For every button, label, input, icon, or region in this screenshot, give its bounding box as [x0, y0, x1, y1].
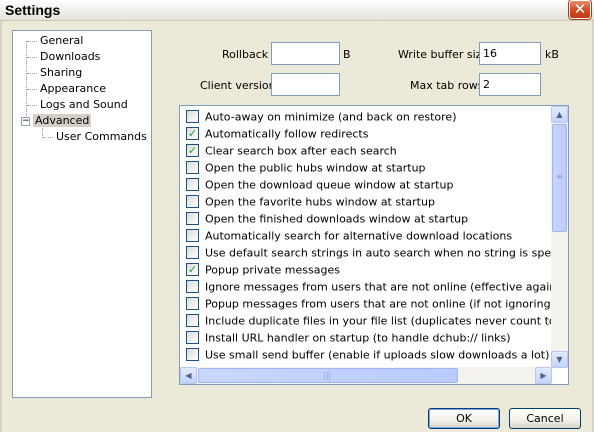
window-border-left — [0, 21, 2, 432]
option-row[interactable]: ✓ Clear search box after each search — [186, 143, 397, 160]
check-icon: ✓ — [187, 126, 198, 140]
tree-item-downloads[interactable]: Downloads — [27, 49, 102, 64]
tree-item-label: Appearance — [40, 82, 107, 95]
write-buffer-unit: kB — [545, 48, 559, 61]
tree-item-user-commands[interactable]: User Commands — [43, 129, 149, 144]
rollback-unit: B — [343, 48, 351, 61]
option-row[interactable]: ✓ Popup private messages — [186, 262, 340, 279]
grip-icon: ||| — [323, 371, 332, 380]
option-row[interactable]: Popup messages from users that are not o… — [186, 296, 568, 313]
option-row[interactable]: Use small send buffer (enable if uploads… — [186, 347, 549, 364]
option-row[interactable]: Open the favorite hubs window at startup — [186, 194, 435, 211]
client-version-field[interactable] — [271, 73, 340, 96]
checkbox[interactable]: ✓ — [186, 126, 199, 140]
checkbox[interactable] — [186, 211, 199, 225]
option-label: Automatically follow redirects — [205, 127, 369, 141]
title-bar: Settings ✕ — [0, 0, 594, 21]
close-button[interactable]: ✕ — [569, 0, 591, 19]
close-icon: ✕ — [573, 0, 587, 18]
tree-item-label: User Commands — [56, 130, 147, 143]
option-label: Open the public hubs window at startup — [205, 161, 426, 175]
write-buffer-label: Write buffer size — [398, 48, 489, 61]
checkbox[interactable] — [186, 330, 199, 344]
scroll-left-button[interactable]: ◀ — [180, 367, 197, 384]
max-tab-rows-field[interactable]: 2 — [479, 73, 541, 96]
tree-item-label: Logs and Sound — [40, 98, 128, 111]
scroll-up-icon: ▲ — [556, 110, 563, 119]
scroll-up-button[interactable]: ▲ — [551, 106, 568, 123]
tree-item-logs-and-sound[interactable]: Logs and Sound — [27, 97, 130, 112]
ok-button[interactable]: OK — [428, 408, 500, 429]
tree-item-appearance[interactable]: Appearance — [27, 81, 108, 96]
horizontal-scroll-thumb[interactable]: ||| — [198, 368, 458, 383]
tree-item-general[interactable]: General — [27, 33, 85, 48]
option-row[interactable]: Use default search strings in auto searc… — [186, 245, 569, 262]
tree-item-label: Advanced — [33, 114, 92, 127]
max-tab-rows-label: Max tab rows — [410, 79, 484, 92]
tree-item-label: Sharing — [40, 66, 83, 79]
checkbox[interactable] — [186, 228, 199, 242]
option-row[interactable]: ✓ Automatically follow redirects — [186, 126, 368, 143]
option-row[interactable]: Install URL handler on startup (to handl… — [186, 330, 511, 347]
check-icon: ✓ — [187, 143, 198, 157]
checkbox[interactable] — [186, 296, 199, 310]
checkbox[interactable] — [186, 279, 199, 293]
vertical-scrollbar[interactable]: ▲ ≡ ▼ — [551, 106, 568, 368]
option-label: Use default search strings in auto searc… — [205, 246, 569, 260]
vertical-scroll-thumb[interactable]: ≡ — [552, 124, 567, 232]
write-buffer-field[interactable]: 16 — [479, 42, 541, 65]
scroll-down-button[interactable]: ▼ — [551, 351, 568, 368]
scroll-down-icon: ▼ — [556, 355, 563, 364]
checkbox[interactable] — [186, 109, 199, 123]
option-row[interactable]: Open the finished downloads window at st… — [186, 211, 468, 228]
checkbox[interactable] — [186, 160, 199, 174]
checkbox[interactable]: ✓ — [186, 262, 199, 276]
settings-tree[interactable]: General Downloads Sharing Appearance Log… — [12, 30, 152, 398]
checkbox[interactable] — [186, 177, 199, 191]
rollback-label: Rollback — [222, 48, 269, 61]
tree-item-label: Downloads — [40, 50, 101, 63]
option-label: Open the download queue window at startu… — [205, 178, 454, 192]
option-label: Open the finished downloads window at st… — [205, 212, 469, 226]
cancel-button[interactable]: Cancel — [509, 408, 581, 429]
scroll-right-icon: ▶ — [540, 371, 547, 380]
tree-item-label: General — [40, 34, 84, 47]
option-row[interactable]: Include duplicate files in your file lis… — [186, 313, 568, 330]
option-label: Popup private messages — [205, 263, 340, 277]
options-list[interactable]: Auto-away on minimize (and back on resto… — [179, 105, 569, 385]
check-icon: ✓ — [187, 262, 198, 276]
option-label: Include duplicate files in your file lis… — [205, 314, 568, 328]
tree-item-advanced[interactable]: Advanced — [33, 113, 92, 128]
checkbox[interactable] — [186, 245, 199, 259]
checkbox[interactable] — [186, 313, 199, 327]
option-row[interactable]: Ignore messages from users that are not … — [186, 279, 569, 296]
option-row[interactable]: Open the download queue window at startu… — [186, 177, 453, 194]
scroll-right-button[interactable]: ▶ — [535, 367, 552, 384]
option-row[interactable]: Open the public hubs window at startup — [186, 160, 426, 177]
option-label: Popup messages from users that are not o… — [205, 297, 568, 311]
tree-item-sharing[interactable]: Sharing — [27, 65, 84, 80]
option-label: Automatically search for alternative dow… — [205, 229, 513, 243]
window-title: Settings — [5, 2, 61, 18]
option-label: Clear search box after each search — [205, 144, 397, 158]
option-label: Auto-away on minimize (and back on resto… — [205, 110, 457, 124]
client-version-label: Client version — [200, 79, 276, 92]
checkbox[interactable] — [186, 347, 199, 361]
rollback-field[interactable] — [271, 42, 340, 65]
checkbox[interactable]: ✓ — [186, 143, 199, 157]
option-label: Use small send buffer (enable if uploads… — [205, 348, 550, 362]
option-label: Install URL handler on startup (to handl… — [205, 331, 511, 345]
option-label: Open the favorite hubs window at startup — [205, 195, 435, 209]
scroll-left-icon: ◀ — [185, 371, 192, 380]
option-row[interactable]: Automatically search for alternative dow… — [186, 228, 512, 245]
collapse-icon[interactable]: − — [21, 117, 30, 126]
horizontal-scrollbar[interactable]: ◀ ||| ▶ — [180, 367, 552, 384]
checkbox[interactable] — [186, 194, 199, 208]
option-row[interactable]: Auto-away on minimize (and back on resto… — [186, 109, 457, 126]
grip-icon: ≡ — [556, 172, 563, 181]
option-label: Ignore messages from users that are not … — [205, 280, 569, 294]
